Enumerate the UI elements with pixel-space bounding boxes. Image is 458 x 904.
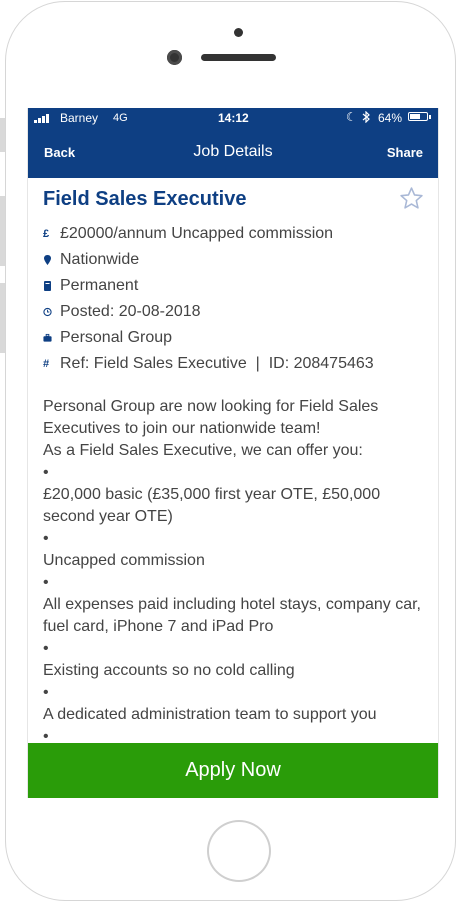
bullet-marker: • <box>43 530 49 547</box>
pound-icon: £ <box>43 228 50 240</box>
battery-level <box>410 114 420 119</box>
volume-down-button <box>0 283 5 353</box>
clock-icon <box>43 299 60 325</box>
briefcase-icon <box>43 325 60 351</box>
bullet-marker: • <box>43 684 49 701</box>
bullet-marker: • <box>43 464 49 481</box>
job-title: Field Sales Executive <box>43 188 247 210</box>
document-icon <box>43 273 60 299</box>
battery-icon <box>408 112 428 121</box>
reference-row: # Ref: Field Sales Executive | ID: 20847… <box>43 351 423 377</box>
job-description: Personal Group are now looking for Field… <box>43 396 423 748</box>
header: Barney 4G 14:12 ☾ 64% Back Job Details S… <box>28 108 438 178</box>
bullet-marker: • <box>43 574 49 591</box>
description-offer-intro: As a Field Sales Executive, we can offer… <box>43 442 363 459</box>
page-title: Job Details <box>193 143 273 160</box>
location-row: Nationwide <box>43 247 423 273</box>
location-pin-icon <box>43 247 60 273</box>
list-item: £20,000 basic (£35,000 first year OTE, £… <box>43 486 381 525</box>
home-button[interactable] <box>207 820 271 882</box>
star-icon[interactable] <box>399 186 424 211</box>
company-text: Personal Group <box>60 329 173 346</box>
list-item: A dedicated administration team to suppo… <box>43 706 377 723</box>
bluetooth-icon <box>362 111 370 123</box>
company-row: Personal Group <box>43 325 423 351</box>
list-item: All expenses paid including hotel stays,… <box>43 596 421 635</box>
job-type-row: Permanent <box>43 273 423 299</box>
status-bar: Barney 4G 14:12 ☾ 64% <box>28 108 438 130</box>
volume-up-button <box>0 196 5 266</box>
reference-text: Ref: Field Sales Executive | ID: 2084754… <box>60 355 374 372</box>
posted-row: Posted: 20-08-2018 <box>43 299 423 325</box>
front-camera <box>167 50 182 65</box>
network-type: 4G <box>113 112 128 124</box>
share-button[interactable]: Share <box>387 145 423 160</box>
description-intro: Personal Group are now looking for Field… <box>43 398 379 437</box>
clock: 14:12 <box>218 111 249 125</box>
app-screen: Barney 4G 14:12 ☾ 64% Back Job Details S… <box>27 108 439 798</box>
carrier-name: Barney <box>60 111 99 125</box>
posted-text: Posted: 20-08-2018 <box>60 303 201 320</box>
earpiece-speaker <box>201 54 276 61</box>
battery-tip <box>429 115 431 119</box>
job-type-text: Permanent <box>60 277 139 294</box>
mute-switch <box>0 118 5 152</box>
hash-icon: # <box>43 358 50 370</box>
apply-now-button[interactable]: Apply Now <box>28 743 438 798</box>
list-item: Existing accounts so no cold calling <box>43 662 295 679</box>
signal-icon <box>34 114 49 123</box>
battery-percentage: 64% <box>378 111 403 125</box>
list-item: Uncapped commission <box>43 552 205 569</box>
proximity-sensor <box>234 28 243 37</box>
location-text: Nationwide <box>60 251 140 268</box>
salary-text: £20000/annum Uncapped commission <box>60 225 334 242</box>
salary-row: £ £20000/annum Uncapped commission <box>43 221 423 247</box>
bullet-marker: • <box>43 640 49 657</box>
moon-icon: ☾ <box>346 110 357 124</box>
job-detail-content: Field Sales Executive £ £20000/annum Unc… <box>43 186 423 748</box>
